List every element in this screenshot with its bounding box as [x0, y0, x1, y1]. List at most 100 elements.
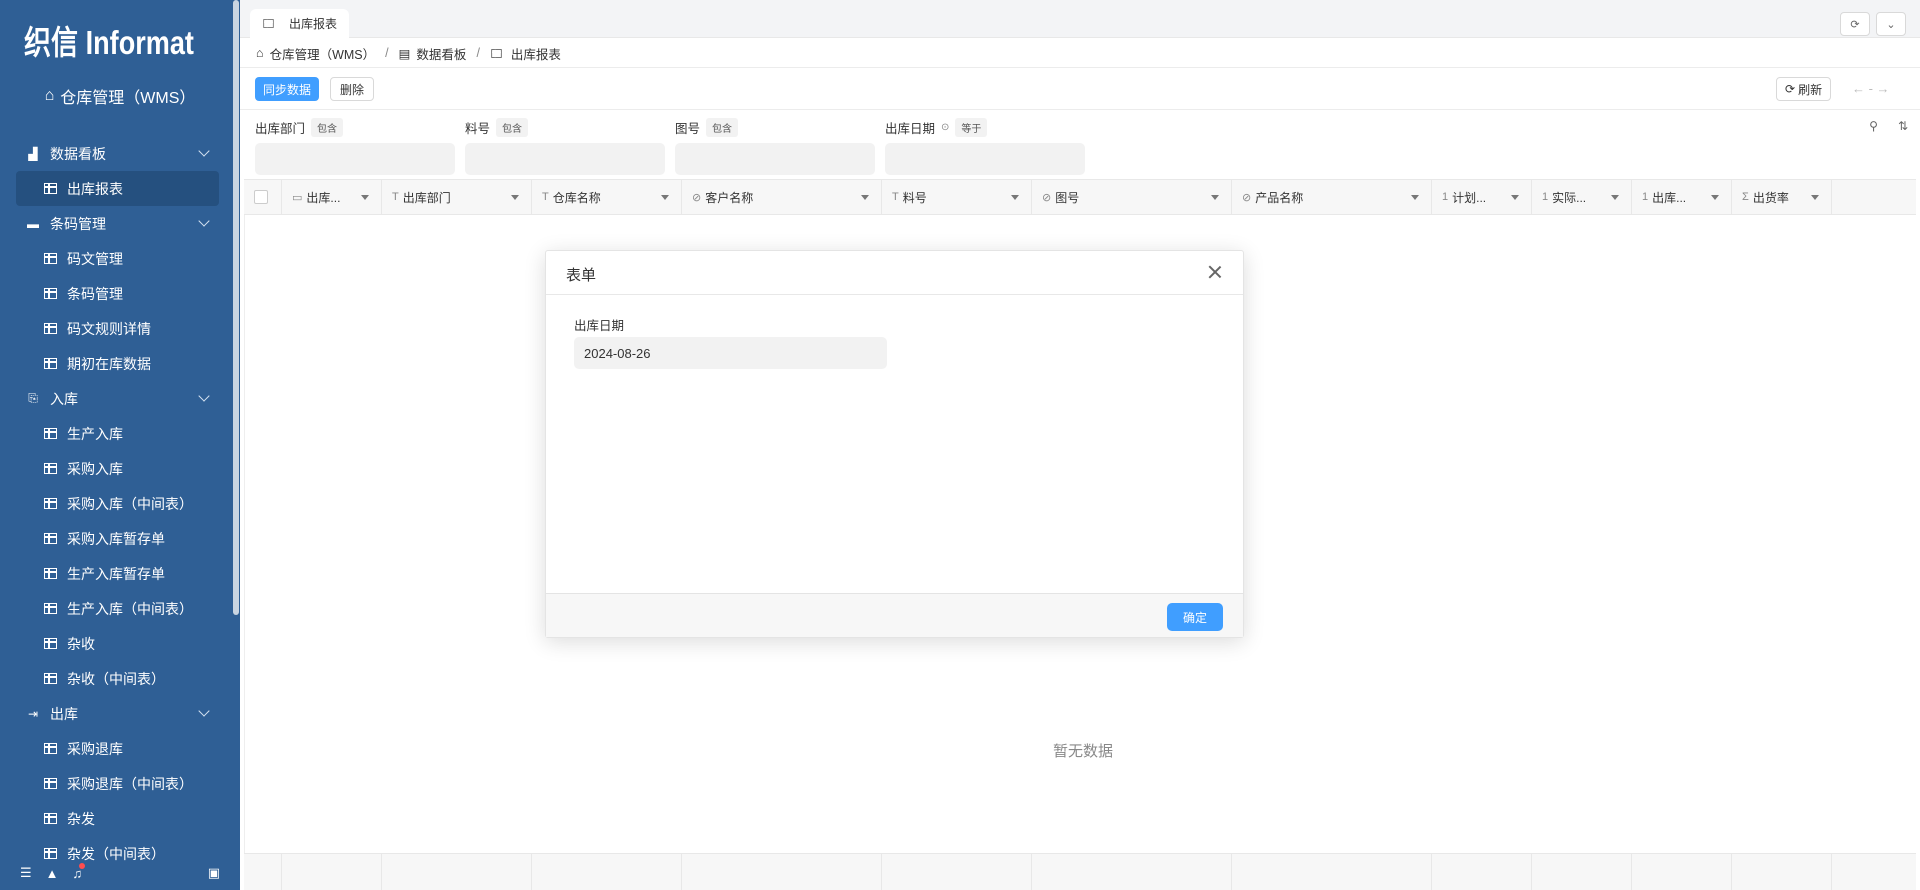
- sidebar-item[interactable]: 杂收: [0, 626, 232, 661]
- confirm-button[interactable]: 确定: [1166, 603, 1223, 631]
- close-icon[interactable]: [1207, 264, 1223, 280]
- sidebar-item[interactable]: 生产入库暂存单: [0, 556, 232, 591]
- sidebar-item[interactable]: 生产入库（中间表）: [0, 591, 232, 626]
- sidebar-item[interactable]: 码文规则详情: [0, 311, 232, 346]
- caret-down-icon[interactable]: [861, 195, 869, 200]
- caret-down-icon[interactable]: [1511, 195, 1519, 200]
- select-all-column: [244, 180, 282, 214]
- sidebar-scrollbar[interactable]: [233, 0, 239, 615]
- sidebar-item-label: 采购入库（中间表）: [67, 495, 193, 512]
- chevron-down-icon[interactable]: [198, 145, 210, 157]
- sidebar-item[interactable]: 采购退库（中间表）: [0, 766, 232, 801]
- chevron-down-icon[interactable]: [198, 705, 210, 717]
- caret-down-icon[interactable]: [1611, 195, 1619, 200]
- filter-input[interactable]: [255, 143, 455, 175]
- refresh-label: 刷新: [1798, 82, 1823, 97]
- column-header[interactable]: 1 计划...: [1432, 180, 1532, 214]
- clear-icon[interactable]: ⊙: [941, 122, 949, 133]
- reload-tab-button[interactable]: ⟳: [1840, 12, 1870, 36]
- sidebar-item-label: 码文规则详情: [67, 320, 151, 337]
- filter-input[interactable]: [675, 143, 875, 175]
- text-icon: T: [392, 191, 399, 203]
- filter-actions: ⚲ ⇅: [1869, 119, 1908, 133]
- caret-down-icon[interactable]: [1411, 195, 1419, 200]
- sidebar-item[interactable]: 条码管理: [0, 276, 232, 311]
- outbound-date-label: 出库日期: [574, 319, 625, 333]
- chevron-down-icon[interactable]: [198, 215, 210, 227]
- column-header[interactable]: 1 实际...: [1532, 180, 1632, 214]
- column-header[interactable]: T 出库部门: [382, 180, 532, 214]
- column-header[interactable]: ▭ 出库...: [282, 180, 382, 214]
- warning-icon[interactable]: ▲: [46, 866, 59, 881]
- sidebar-item-label: 采购入库: [67, 460, 123, 477]
- caret-down-icon[interactable]: [511, 195, 519, 200]
- column-header[interactable]: ⊘ 图号: [1032, 180, 1232, 214]
- sync-data-button[interactable]: 同步数据: [255, 77, 320, 101]
- column-header-label: 出货率: [1752, 190, 1789, 205]
- caret-down-icon[interactable]: [1211, 195, 1219, 200]
- filter-operator[interactable]: 包含: [496, 117, 529, 137]
- filter-operator[interactable]: 包含: [311, 117, 344, 137]
- breadcrumb: ⌂ 仓库管理（WMS） / ▤ 数据看板 / 出库报表: [256, 44, 561, 62]
- sidebar-item[interactable]: 码文管理: [0, 241, 232, 276]
- sidebar-toggle-icon[interactable]: ▣: [208, 865, 220, 881]
- footer-cell: [532, 854, 682, 890]
- logo[interactable]: 织信 Informat: [24, 20, 220, 61]
- sidebar-group[interactable]: ⎘ 入库: [0, 381, 232, 416]
- sidebar-item-label: 杂收（中间表）: [67, 670, 165, 687]
- outbound-date-field[interactable]: [574, 337, 887, 369]
- breadcrumb-item[interactable]: 出库报表: [511, 44, 561, 63]
- collapse-menu-icon[interactable]: ☰: [20, 865, 32, 881]
- refresh-button[interactable]: ⟳ 刷新: [1776, 77, 1832, 101]
- sidebar-item[interactable]: 出库报表: [16, 171, 219, 206]
- filter-label: 出库日期: [885, 121, 936, 136]
- bell-icon[interactable]: ♫: [73, 862, 85, 881]
- sidebar-item[interactable]: 采购入库（中间表）: [0, 486, 232, 521]
- sidebar-group[interactable]: ⇥ 出库: [0, 696, 232, 731]
- tab-actions: ⟳ ⌄: [1840, 12, 1906, 36]
- sidebar-group[interactable]: ▬ 条码管理: [0, 206, 232, 241]
- sidebar-item[interactable]: 杂发: [0, 801, 232, 836]
- chevron-down-icon[interactable]: [198, 390, 210, 402]
- sidebar-item[interactable]: 采购入库: [0, 451, 232, 486]
- filter-operator[interactable]: 包含: [706, 117, 739, 137]
- sidebar-item[interactable]: 期初在库数据: [0, 346, 232, 381]
- tab-menu-button[interactable]: ⌄: [1876, 12, 1906, 36]
- table-header: ▭ 出库... T 出库部门 T 仓库名称 ⊘ 客户名称 T 料号 ⊘ 图号 ⊘ 产品名称 1 计划... 1 实…: [244, 179, 1916, 215]
- link-icon: ⊘: [1042, 191, 1052, 204]
- breadcrumb-item[interactable]: 仓库管理（WMS）: [270, 44, 376, 63]
- filter-settings-icon[interactable]: ⚲: [1869, 119, 1878, 133]
- breadcrumb-item[interactable]: 数据看板: [416, 44, 466, 63]
- sort-icon[interactable]: ⇅: [1898, 119, 1908, 133]
- app-name[interactable]: ⌂ 仓库管理（WMS）: [0, 84, 240, 108]
- caret-down-icon[interactable]: [1011, 195, 1019, 200]
- sidebar-item-label: 生产入库（中间表）: [67, 600, 193, 617]
- tab-outbound-report[interactable]: 出库报表: [250, 9, 350, 38]
- sidebar-item[interactable]: 采购退库: [0, 731, 232, 766]
- pager[interactable]: ← - →: [1852, 81, 1890, 96]
- caret-down-icon[interactable]: [361, 195, 369, 200]
- column-header[interactable]: T 料号: [882, 180, 1032, 214]
- footer-cell: [682, 854, 882, 890]
- column-header[interactable]: ⊘ 产品名称: [1232, 180, 1432, 214]
- column-header[interactable]: 1 出库...: [1632, 180, 1732, 214]
- sidebar-item-label: 采购退库: [67, 740, 123, 757]
- filter-operator[interactable]: 等于: [955, 117, 988, 137]
- caret-down-icon[interactable]: [1811, 195, 1819, 200]
- filter-input[interactable]: [885, 143, 1085, 175]
- caret-down-icon[interactable]: [1711, 195, 1719, 200]
- delete-button[interactable]: 删除: [330, 77, 375, 101]
- sidebar-item[interactable]: 生产入库: [0, 416, 232, 451]
- sidebar-item[interactable]: 采购入库暂存单: [0, 521, 232, 556]
- filter-label: 料号: [465, 121, 491, 136]
- column-header[interactable]: Σ 出货率: [1732, 180, 1832, 214]
- sidebar-item[interactable]: 杂收（中间表）: [0, 661, 232, 696]
- sidebar-group[interactable]: ▟ 数据看板: [0, 136, 232, 171]
- dialog-footer: 确定: [546, 593, 1243, 637]
- column-header[interactable]: T 仓库名称: [532, 180, 682, 214]
- select-all-checkbox[interactable]: [254, 190, 268, 204]
- caret-down-icon[interactable]: [661, 195, 669, 200]
- filter-input[interactable]: [465, 143, 665, 175]
- column-header[interactable]: ⊘ 客户名称: [682, 180, 882, 214]
- footer-cell: [1032, 854, 1232, 890]
